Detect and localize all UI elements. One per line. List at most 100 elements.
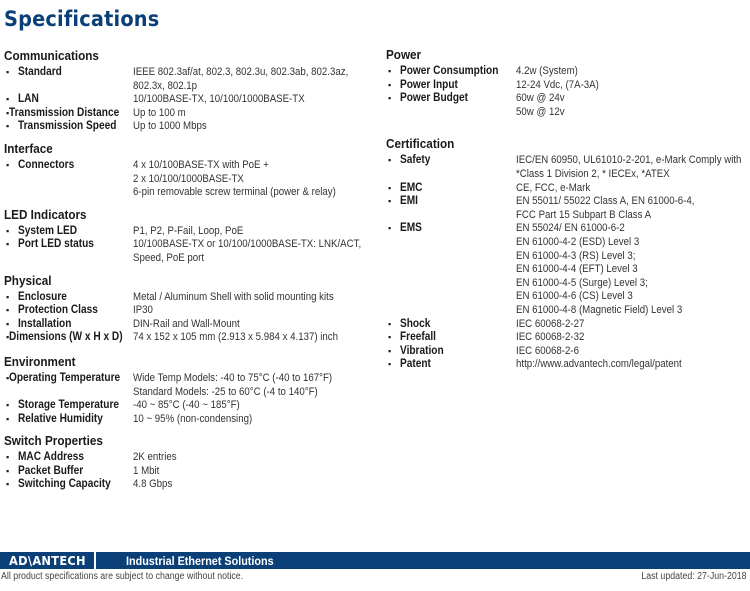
spec-key: ▪ Freefall	[386, 331, 516, 345]
spec-value: CE, FCC, e-Mark	[516, 182, 590, 196]
advantech-logo: AD\ANTECH	[0, 552, 96, 569]
spec-value: IP30	[133, 304, 153, 318]
bullet-icon: ▪	[6, 94, 10, 105]
spec-value: 74 x 152 x 105 mm (2.913 x 5.984 x 4.137…	[133, 331, 338, 345]
spec-value-line: 60w @ 24v	[516, 92, 565, 105]
spec-key: ▪ Patent	[386, 358, 516, 372]
spec-key-label: Operating Temperature	[9, 371, 121, 384]
spec-row-transmission-distance: ▪ Transmission Distance Up to 100 m	[4, 107, 374, 121]
spec-key: ▪ Power Consumption	[386, 65, 516, 79]
spec-key: ▪ LAN	[4, 93, 133, 107]
spec-row-power-input: ▪ Power Input 12-24 Vdc, (7A-3A)	[386, 79, 750, 93]
spec-value-line: 2K entries	[133, 451, 177, 464]
spec-key: ▪ Switching Capacity	[4, 478, 133, 492]
spec-value: DIN-Rail and Wall-Mount	[133, 318, 240, 332]
bullet-icon: ▪	[6, 400, 10, 411]
bullet-icon: ▪	[388, 318, 392, 329]
spec-value-line: EN 55024/ EN 61000-6-2	[516, 222, 625, 235]
spec-key-label: MAC Address	[18, 451, 84, 464]
section-heading: Certification	[386, 136, 455, 152]
spec-value-line: EN 61000-4-4 (EFT) Level 3	[516, 263, 638, 276]
spec-value-line: 50w @ 12v	[516, 105, 565, 118]
section-heading: Environment	[4, 353, 76, 369]
spec-value-line: FCC Part 15 Subpart B Class A	[516, 208, 652, 221]
spec-value: -40 ~ 85°C (-40 ~ 185°F)	[133, 399, 240, 413]
footer-bar: AD\ANTECH Industrial Ethernet Solutions	[0, 552, 750, 569]
spec-value-line: 4.2w (System)	[516, 65, 578, 77]
spec-value-line: -40 ~ 85°C (-40 ~ 185°F)	[133, 399, 240, 412]
spec-value: 10/100BASE-TX, 10/100/1000BASE-TX	[133, 93, 305, 107]
spec-value: 60w @ 24v 50w @ 12v	[516, 92, 565, 119]
spec-value: Metal / Aluminum Shell with solid mounti…	[133, 291, 334, 305]
spec-value-line: Standard Models: -25 to 60°C (-4 to 140°…	[133, 385, 318, 398]
spec-value-line: *Class 1 Division 2, * IECEx, *ATEX	[516, 167, 670, 180]
spec-value: 12-24 Vdc, (7A-3A)	[516, 79, 599, 93]
spec-key: ▪ Power Budget	[386, 92, 516, 119]
spec-value: Up to 100 m	[133, 107, 186, 121]
spec-key-label: Freefall	[400, 331, 437, 344]
spec-row-safety: ▪ Safety IEC/EN 60950, UL61010-2-201, e-Ma…	[386, 154, 750, 181]
bullet-icon: ▪	[6, 225, 10, 236]
spec-key-label: Packet Buffer	[18, 464, 84, 477]
spec-row-dimensions-w-x-h-x-d: ▪ Dimensions (W x H x D) 74 x 152 x 105 mm…	[4, 331, 374, 345]
spec-row-freefall: ▪ Freefall IEC 60068-2-32	[386, 331, 750, 345]
spec-value-line: Speed, PoE port	[133, 251, 205, 264]
spec-key-label: Switching Capacity	[18, 478, 111, 491]
spec-value: P1, P2, P-Fail, Loop, PoE	[133, 225, 243, 239]
spec-value-line: EN 61000-4-3 (RS) Level 3;	[516, 249, 636, 262]
spec-row-operating-temperature: ▪ Operating Temperature Wide Temp Models: …	[4, 372, 374, 399]
spec-value: http://www.advantech.com/legal/patent	[516, 358, 682, 372]
spec-row-shock: ▪ Shock IEC 60068-2-27	[386, 318, 750, 332]
spec-value-line: IEC 60068-2-6	[516, 344, 579, 357]
bullet-icon: ▪	[388, 345, 392, 356]
spec-value-line: 6-pin removable screw terminal (power & …	[133, 186, 336, 199]
spec-key-label: System LED	[18, 224, 78, 237]
spec-value-line: EN 61000-4-2 (ESD) Level 3	[516, 235, 640, 248]
spec-row-power-budget: ▪ Power Budget 60w @ 24v 50w @ 12v	[386, 92, 750, 119]
spec-key-label: EMC	[400, 181, 423, 194]
bullet-icon: ▪	[6, 479, 10, 490]
spec-row-standard: ▪ Standard IEEE 802.3af/at, 802.3, 802.3u,…	[4, 66, 374, 93]
spec-row-mac-address: ▪ MAC Address 2K entries	[4, 451, 374, 465]
spec-row-emi: ▪ EMI EN 55011/ 55022 Class A, EN 61000-6-…	[386, 195, 750, 222]
spec-value: IEC/EN 60950, UL61010-2-201, e-Mark Comp…	[516, 154, 741, 181]
spec-value: IEEE 802.3af/at, 802.3, 802.3u, 802.3ab,…	[133, 66, 348, 93]
spec-value-line: P1, P2, P-Fail, Loop, PoE	[133, 224, 244, 237]
bullet-icon: ▪	[6, 305, 10, 316]
spec-value: 10/100BASE-TX or 10/100/1000BASE-TX: LNK…	[133, 238, 361, 265]
section-heading: Switch Properties	[4, 433, 103, 449]
bullet-icon: ▪	[388, 155, 392, 166]
spec-key: ▪ Protection Class	[4, 304, 133, 318]
spec-row-ems: ▪ EMS EN 55024/ EN 61000-6-2 EN 61000-4-2 (…	[386, 222, 750, 317]
spec-value-line: IEC 60068-2-32	[516, 331, 585, 344]
spec-value: 10 ~ 95% (non-condensing)	[133, 413, 252, 427]
spec-key: ▪ Power Input	[386, 79, 516, 93]
spec-key-label: Shock	[400, 317, 431, 330]
bullet-icon: ▪	[6, 452, 10, 463]
spec-row-lan: ▪ LAN 10/100BASE-TX, 10/100/1000BASE-TX	[4, 93, 374, 107]
spec-value: 2K entries	[133, 451, 177, 465]
bullet-icon: ▪	[388, 79, 392, 90]
spec-key-label: Patent	[400, 358, 431, 371]
section-certification: Certification ▪ Safety IEC/EN 60950, UL6101…	[386, 136, 750, 372]
spec-key: ▪ EMC	[386, 182, 516, 196]
spec-key-label: Power Input	[400, 78, 458, 91]
spec-value-line: DIN-Rail and Wall-Mount	[133, 317, 240, 330]
spec-row-storage-temperature: ▪ Storage Temperature -40 ~ 85°C (-40 ~ 18…	[4, 399, 374, 413]
spec-row-enclosure: ▪ Enclosure Metal / Aluminum Shell with so…	[4, 291, 374, 305]
spec-value-line: 10/100BASE-TX or 10/100/1000BASE-TX: LNK…	[133, 238, 362, 251]
spec-key-label: Relative Humidity	[18, 412, 103, 425]
bullet-icon: ▪	[6, 121, 10, 132]
spec-key: ▪ MAC Address	[4, 451, 133, 465]
spec-value: Up to 1000 Mbps	[133, 120, 207, 134]
bullet-icon: ▪	[388, 66, 392, 76]
spec-value: IEC 60068-2-6	[516, 345, 579, 359]
section-led-indicators: LED Indicators ▪ System LED P1, P2, P-Fail,…	[4, 207, 374, 266]
spec-key: ▪ EMI	[386, 195, 516, 222]
bullet-icon: ▪	[6, 159, 10, 170]
disclaimer-note: All product specifications are subject t…	[1, 571, 244, 582]
spec-key: ▪ Packet Buffer	[4, 465, 133, 479]
right-column: Power ▪ Power Consumption 4.2w (System) ▪ Pow…	[386, 47, 750, 378]
spec-value-line: 12-24 Vdc, (7A-3A)	[516, 78, 599, 91]
section-interface: Interface ▪ Connectors 4 x 10/100BASE-TX wi…	[4, 141, 374, 200]
